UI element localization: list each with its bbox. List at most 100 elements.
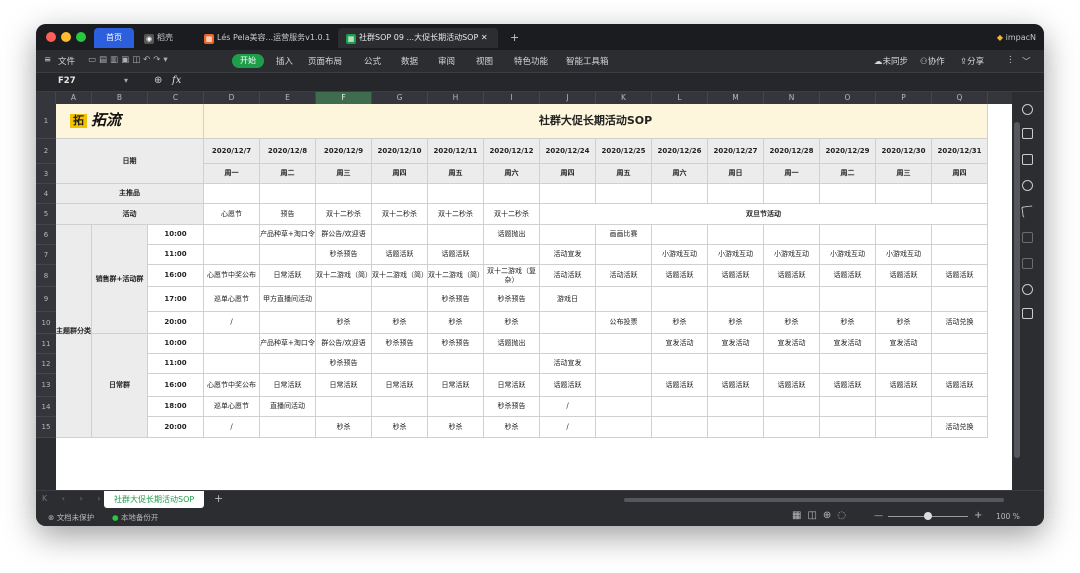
schedule-cell[interactable]: 心愿节中奖公布 — [204, 265, 260, 287]
schedule-cell[interactable] — [428, 397, 484, 417]
weekday-header[interactable]: 周一 — [764, 164, 820, 184]
weekday-header[interactable]: 周五 — [596, 164, 652, 184]
column-header[interactable]: C — [148, 92, 204, 104]
collapse-ribbon-icon[interactable]: ﹀ — [1022, 55, 1031, 67]
schedule-cell[interactable]: 活动活跃 — [540, 265, 596, 287]
schedule-cell[interactable]: 秒杀 — [876, 312, 932, 334]
tab-docer[interactable]: ◉ 稻壳 — [136, 28, 192, 48]
schedule-cell[interactable]: 宣发活动 — [708, 334, 764, 354]
row-header[interactable]: 3 — [36, 164, 56, 184]
schedule-cell[interactable] — [876, 354, 932, 374]
row-header[interactable]: 11 — [36, 334, 56, 354]
schedule-cell[interactable]: 双十二游戏（简） — [428, 265, 484, 287]
quick-access-toolbar[interactable]: ▭▤▥▣◫↶↷▾ — [88, 55, 171, 65]
schedule-cell[interactable]: 秒杀 — [708, 312, 764, 334]
select-all-corner[interactable] — [36, 92, 56, 104]
schedule-cell[interactable] — [652, 225, 708, 245]
schedule-cell[interactable]: / — [204, 417, 260, 438]
column-header[interactable]: N — [764, 92, 820, 104]
schedule-cell[interactable]: 产品种草+淘口令 — [260, 334, 316, 354]
share-button[interactable]: ⇪分享 — [960, 55, 984, 67]
date-header[interactable]: 2020/12/27 — [708, 139, 764, 164]
cell[interactable] — [596, 184, 652, 204]
grid-panel-icon[interactable] — [1022, 232, 1033, 243]
column-header[interactable]: H — [428, 92, 484, 104]
schedule-cell[interactable] — [596, 334, 652, 354]
schedule-cell[interactable]: 秒杀 — [484, 417, 540, 438]
time-cell[interactable]: 10:00 — [148, 225, 204, 245]
schedule-cell[interactable]: 日常活跃 — [260, 374, 316, 397]
weekday-header[interactable]: 周六 — [484, 164, 540, 184]
schedule-cell[interactable] — [764, 354, 820, 374]
schedule-cell[interactable]: 公布投票 — [596, 312, 652, 334]
schedule-cell[interactable] — [428, 225, 484, 245]
schedule-cell[interactable] — [932, 334, 988, 354]
schedule-cell[interactable] — [876, 287, 932, 312]
schedule-cell[interactable]: 秒杀预告 — [428, 334, 484, 354]
more-menu-icon[interactable]: ⋮ — [1006, 55, 1015, 65]
schedule-cell[interactable] — [372, 397, 428, 417]
schedule-cell[interactable] — [260, 417, 316, 438]
schedule-cell[interactable]: 日常活跃 — [316, 374, 372, 397]
schedule-cell[interactable]: 活动宣发 — [540, 245, 596, 265]
vertical-scrollbar[interactable] — [1014, 122, 1020, 458]
column-header[interactable]: Q — [932, 92, 988, 104]
schedule-cell[interactable] — [764, 225, 820, 245]
schedule-cell[interactable] — [652, 417, 708, 438]
protect-status[interactable]: ⊗ 文档未保护 — [48, 512, 94, 523]
weekday-header[interactable]: 周四 — [372, 164, 428, 184]
sheet-tab-active[interactable]: 社群大促长期活动SOP — [104, 491, 205, 508]
holiday-activity-label[interactable]: 双旦节活动 — [540, 204, 988, 225]
schedule-cell[interactable]: 秒杀预告 — [316, 245, 372, 265]
activity-label[interactable]: 活动 — [56, 204, 204, 225]
schedule-cell[interactable]: 话题活跃 — [876, 374, 932, 397]
menu-start[interactable]: 开始 — [232, 54, 264, 68]
schedule-cell[interactable] — [596, 245, 652, 265]
schedule-cell[interactable]: 宣发活动 — [652, 334, 708, 354]
form-panel-icon[interactable] — [1022, 258, 1033, 269]
schedule-cell[interactable] — [540, 312, 596, 334]
row-header[interactable]: 8 — [36, 265, 56, 287]
cell[interactable] — [764, 184, 820, 204]
menu-page-layout[interactable]: 页面布局 — [308, 55, 342, 67]
schedule-cell[interactable] — [260, 245, 316, 265]
activity-cell[interactable]: 预告 — [260, 204, 316, 225]
schedule-cell[interactable]: 产品种草+淘口令 — [260, 225, 316, 245]
cell[interactable] — [540, 184, 596, 204]
schedule-cell[interactable] — [596, 287, 652, 312]
schedule-cell[interactable] — [316, 287, 372, 312]
style-icon[interactable] — [1022, 104, 1033, 115]
column-header[interactable]: F — [316, 92, 372, 104]
schedule-cell[interactable] — [820, 225, 876, 245]
schedule-cell[interactable] — [260, 354, 316, 374]
schedule-cell[interactable] — [764, 417, 820, 438]
date-header[interactable]: 2020/12/26 — [652, 139, 708, 164]
schedule-cell[interactable] — [596, 417, 652, 438]
tab-sop-doc[interactable]: ▦ 社群SOP 09 ...大促长期活动SOP ✕ — [338, 28, 498, 48]
cell[interactable] — [260, 184, 316, 204]
date-label[interactable]: 日期 — [56, 139, 204, 184]
schedule-cell[interactable]: 日常活跃 — [260, 265, 316, 287]
date-header[interactable]: 2020/12/7 — [204, 139, 260, 164]
weekday-header[interactable]: 周四 — [540, 164, 596, 184]
schedule-cell[interactable] — [820, 354, 876, 374]
schedule-cell[interactable]: / — [204, 312, 260, 334]
schedule-cell[interactable] — [596, 374, 652, 397]
schedule-cell[interactable]: 群公告/欢迎语 — [316, 225, 372, 245]
weekday-header[interactable]: 周三 — [316, 164, 372, 184]
time-cell[interactable]: 10:00 — [148, 334, 204, 354]
schedule-cell[interactable]: 直播间活动 — [260, 397, 316, 417]
date-header[interactable]: 2020/12/8 — [260, 139, 316, 164]
time-cell[interactable]: 20:00 — [148, 417, 204, 438]
schedule-cell[interactable]: 活动兑换 — [932, 417, 988, 438]
cell[interactable] — [652, 184, 708, 204]
column-header[interactable]: P — [876, 92, 932, 104]
column-header[interactable]: O — [820, 92, 876, 104]
cell[interactable] — [372, 184, 428, 204]
schedule-cell[interactable]: 秒杀 — [764, 312, 820, 334]
menu-file[interactable]: 文件 — [58, 55, 75, 67]
schedule-cell[interactable] — [876, 225, 932, 245]
time-cell[interactable]: 16:00 — [148, 265, 204, 287]
row-header[interactable]: 5 — [36, 204, 56, 225]
row-header[interactable]: 15 — [36, 417, 56, 438]
